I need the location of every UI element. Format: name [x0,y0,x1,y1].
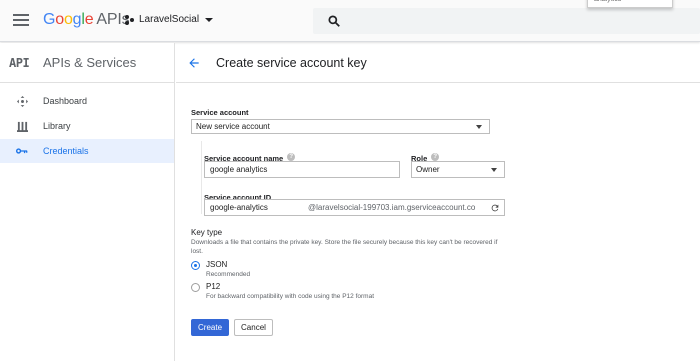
key-icon [16,145,28,157]
api-badge: API [9,55,30,70]
new-service-account-panel: Service account name? google analytics R… [201,141,506,216]
service-account-name-input[interactable]: google analytics [204,161,400,178]
radio-label: JSON [206,260,228,269]
key-type-label: Key type [191,228,223,237]
dropdown-arrow-icon [476,125,482,129]
role-select[interactable]: Owner [411,161,505,178]
service-account-label: Service account [191,108,249,117]
create-key-form: Service account New service account Serv… [191,108,505,336]
create-button[interactable]: Create [191,319,230,336]
service-account-select[interactable]: New service account [191,119,490,134]
refresh-icon[interactable] [490,203,500,213]
logo-letter: o [63,11,73,28]
sidebar-nav: Dashboard Library Credentials [0,89,174,163]
radio-sublabel: Recommended [206,271,251,278]
service-account-id-suffix: @laravelsocial-199703.iam.gserviceaccoun… [308,203,476,212]
sidebar: API APIs & Services Dashboard Library Cr… [0,43,175,361]
sidebar-item-label: Dashboard [43,96,88,106]
autocomplete-popup[interactable]: analytics [587,0,673,8]
project-icon [125,14,135,25]
radio-button-selected[interactable] [191,261,200,270]
service-account-value: New service account [196,122,270,131]
page-header: Create service account key [176,43,700,83]
top-app-bar: GoogleAPIs LaravelSocial analytics [0,0,700,42]
sidebar-header: API APIs & Services [0,43,174,83]
sidebar-item-dashboard[interactable]: Dashboard [0,89,174,113]
sidebar-item-credentials[interactable]: Credentials [0,139,174,163]
key-type-section: Key type Downloads a file that contains … [191,228,511,336]
arrow-back-icon[interactable] [187,56,201,70]
service-account-id-input[interactable]: google-analytics @laravelsocial-199703.i… [204,199,505,216]
logo-letter: o [55,11,64,28]
page-title: Create service account key [216,55,367,70]
radio-option-json[interactable]: JSON Recommended [191,260,511,278]
sidebar-title: APIs & Services [43,55,137,70]
key-type-description: Downloads a file that contains the priva… [191,239,498,255]
radio-button[interactable] [191,283,200,292]
radio-sublabel: For backward compatibility with code usi… [206,293,374,300]
chevron-down-icon [205,17,214,22]
project-selector[interactable]: LaravelSocial [125,14,214,25]
search-bar[interactable] [313,8,700,34]
dashboard-icon [16,95,28,107]
help-icon[interactable]: ? [287,152,296,161]
form-actions: Create Cancel [191,317,511,336]
sidebar-item-library[interactable]: Library [0,114,174,138]
menu-icon[interactable] [13,14,29,26]
google-apis-logo[interactable]: Google APIs [43,11,130,29]
logo-letter: e [84,11,94,28]
logo-letter: G [43,11,56,28]
dropdown-arrow-icon [491,168,497,172]
radio-option-p12[interactable]: P12 For backward compatibility with code… [191,282,511,300]
main-content: Create service account key Service accou… [176,43,700,361]
sidebar-item-label: Library [43,121,71,131]
sidebar-item-label: Credentials [43,146,89,156]
project-name: LaravelSocial [139,14,200,25]
cancel-button[interactable]: Cancel [234,319,273,336]
help-icon[interactable]: ? [431,152,440,161]
service-account-id-value: google-analytics [210,203,268,212]
library-icon [16,120,28,132]
search-icon [328,15,340,27]
radio-label: P12 [206,282,221,291]
role-value: Owner [416,165,440,174]
